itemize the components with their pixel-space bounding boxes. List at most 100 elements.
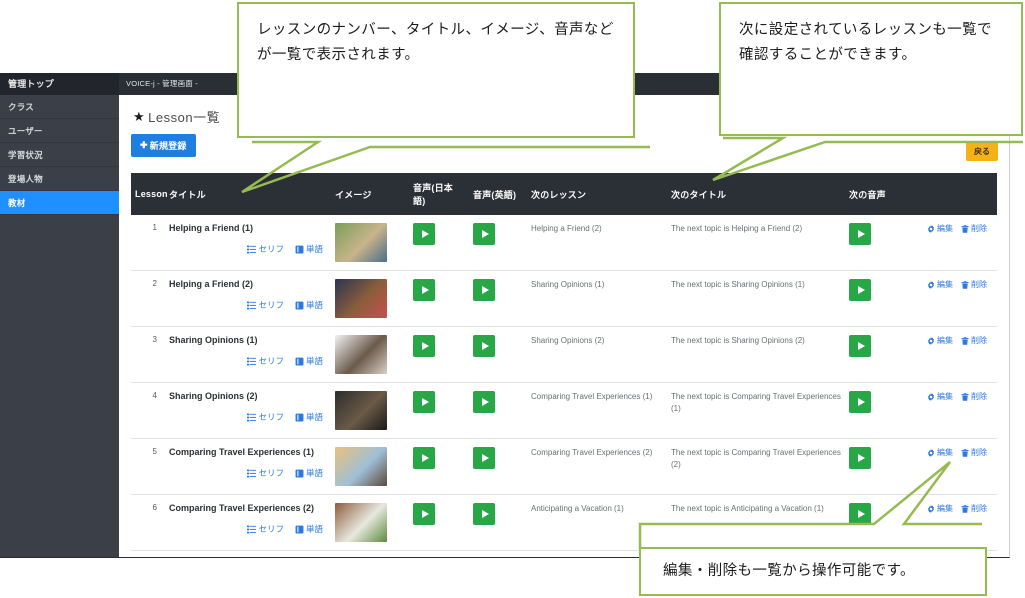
edit-button[interactable]: 編集	[927, 335, 953, 346]
cell-next-audio	[845, 382, 923, 439]
play-audio-en-button[interactable]	[473, 447, 495, 469]
play-audio-jp-button[interactable]	[413, 391, 435, 413]
word-link[interactable]: 単語	[295, 243, 323, 255]
play-audio-jp-button[interactable]	[413, 503, 435, 525]
lesson-thumbnail[interactable]	[335, 391, 387, 430]
word-link[interactable]: 単語	[295, 299, 323, 311]
delete-button[interactable]: 削除	[961, 223, 987, 234]
play-audio-jp-button[interactable]	[413, 279, 435, 301]
play-icon	[481, 510, 489, 518]
lesson-sub-links: セリフ 単語	[169, 523, 327, 535]
play-icon	[481, 398, 489, 406]
edit-button[interactable]: 編集	[927, 223, 953, 234]
play-next-audio-button[interactable]	[849, 391, 871, 413]
cell-lesson-no: 7	[131, 550, 165, 557]
play-icon	[421, 342, 429, 350]
row-actions: 編集 削除	[927, 447, 993, 458]
play-audio-jp-button[interactable]	[413, 447, 435, 469]
play-icon	[421, 398, 429, 406]
new-register-button[interactable]: ✚ 新規登録	[131, 134, 196, 157]
gear-icon	[927, 448, 935, 457]
play-next-audio-button[interactable]	[849, 279, 871, 301]
edit-button[interactable]: 編集	[927, 279, 953, 290]
sidebar-item-characters[interactable]: 登場人物	[0, 167, 119, 191]
script-link-label: セリフ	[258, 244, 284, 255]
cell-audio-en	[469, 270, 527, 327]
row-actions: 編集 削除	[927, 279, 993, 290]
word-link-label: 単語	[305, 524, 323, 535]
script-link[interactable]: セリフ	[247, 523, 284, 535]
cell-next-audio	[845, 270, 923, 327]
lesson-thumbnail[interactable]	[335, 503, 387, 542]
play-audio-en-button[interactable]	[473, 335, 495, 357]
play-icon	[857, 286, 865, 294]
sidebar-item-learning-status[interactable]: 学習状況	[0, 143, 119, 167]
lesson-no-text: 6	[152, 503, 157, 512]
play-next-audio-button[interactable]	[849, 335, 871, 357]
cell-image	[331, 270, 409, 327]
lesson-thumbnail[interactable]	[335, 335, 387, 374]
delete-label: 削除	[971, 448, 987, 457]
cell-audio-jp	[409, 326, 469, 383]
lesson-thumbnail[interactable]	[335, 447, 387, 486]
play-audio-en-button[interactable]	[473, 223, 495, 245]
cell-actions: 編集 削除	[923, 215, 997, 271]
row-actions: 編集 削除	[927, 391, 993, 402]
play-audio-en-button[interactable]	[473, 503, 495, 525]
lesson-thumbnail[interactable]	[335, 223, 387, 262]
word-link[interactable]: 単語	[295, 523, 323, 535]
cell-image	[331, 494, 409, 551]
sidebar: 管理トップ クラス ユーザー 学習状況 登場人物 教材	[0, 73, 119, 557]
cell-next-lesson: Sharing Opinions (1)	[527, 270, 667, 327]
list-icon	[247, 357, 257, 366]
script-link[interactable]: セリフ	[247, 243, 284, 255]
cell-next-title: The next topic is Sharing Opinions (1)	[667, 270, 845, 327]
lesson-thumbnail[interactable]	[335, 279, 387, 318]
delete-button[interactable]: 削除	[961, 335, 987, 346]
word-link[interactable]: 単語	[295, 467, 323, 479]
play-audio-en-button[interactable]	[473, 391, 495, 413]
edit-button[interactable]: 編集	[927, 447, 953, 458]
cell-next-lesson: Helping a Friend (2)	[527, 215, 667, 271]
lesson-title-text: Sharing Opinions (2)	[169, 391, 258, 401]
book-icon	[295, 357, 304, 366]
play-audio-jp-button[interactable]	[413, 335, 435, 357]
edit-label: 編集	[937, 448, 953, 457]
play-next-audio-button[interactable]	[849, 223, 871, 245]
delete-button[interactable]: 削除	[961, 279, 987, 290]
next-lesson-text: Comparing Travel Experiences (1)	[531, 392, 653, 401]
play-audio-en-button[interactable]	[473, 279, 495, 301]
cell-title: Sharing Opinions (1) セリフ 単語	[165, 326, 331, 383]
callout-tail-bottom	[638, 461, 982, 550]
lesson-sub-links: セリフ 単語	[169, 411, 327, 423]
script-link[interactable]: セリフ	[247, 467, 284, 479]
delete-button[interactable]: 削除	[961, 447, 987, 458]
row-actions: 編集 削除	[927, 335, 993, 346]
lesson-title-text: Comparing Travel Experiences (1)	[169, 447, 315, 457]
page-title-text: Lesson一覧	[148, 110, 221, 125]
delete-button[interactable]: 削除	[961, 391, 987, 402]
script-link[interactable]: セリフ	[247, 411, 284, 423]
lesson-sub-links: セリフ 単語	[169, 243, 327, 255]
sidebar-item-materials[interactable]: 教材	[0, 191, 119, 215]
script-link[interactable]: セリフ	[247, 355, 284, 367]
callout-top-left: レッスンのナンバー、タイトル、イメージ、音声などが一覧で表示されます。	[237, 2, 635, 138]
cell-audio-jp	[409, 382, 469, 439]
cell-image	[331, 326, 409, 383]
sidebar-item-class[interactable]: クラス	[0, 95, 119, 119]
word-link[interactable]: 単語	[295, 355, 323, 367]
cell-image	[331, 215, 409, 271]
sidebar-item-user[interactable]: ユーザー	[0, 119, 119, 143]
cell-lesson-no: 3	[131, 326, 165, 383]
row-actions: 編集 削除	[927, 223, 993, 234]
cell-actions: 編集 削除	[923, 270, 997, 327]
sidebar-brand[interactable]: 管理トップ	[0, 73, 119, 95]
play-icon	[481, 230, 489, 238]
list-icon	[247, 245, 257, 254]
edit-button[interactable]: 編集	[927, 391, 953, 402]
word-link[interactable]: 単語	[295, 411, 323, 423]
script-link[interactable]: セリフ	[247, 299, 284, 311]
play-audio-jp-button[interactable]	[413, 223, 435, 245]
play-icon	[857, 398, 865, 406]
play-icon	[857, 230, 865, 238]
